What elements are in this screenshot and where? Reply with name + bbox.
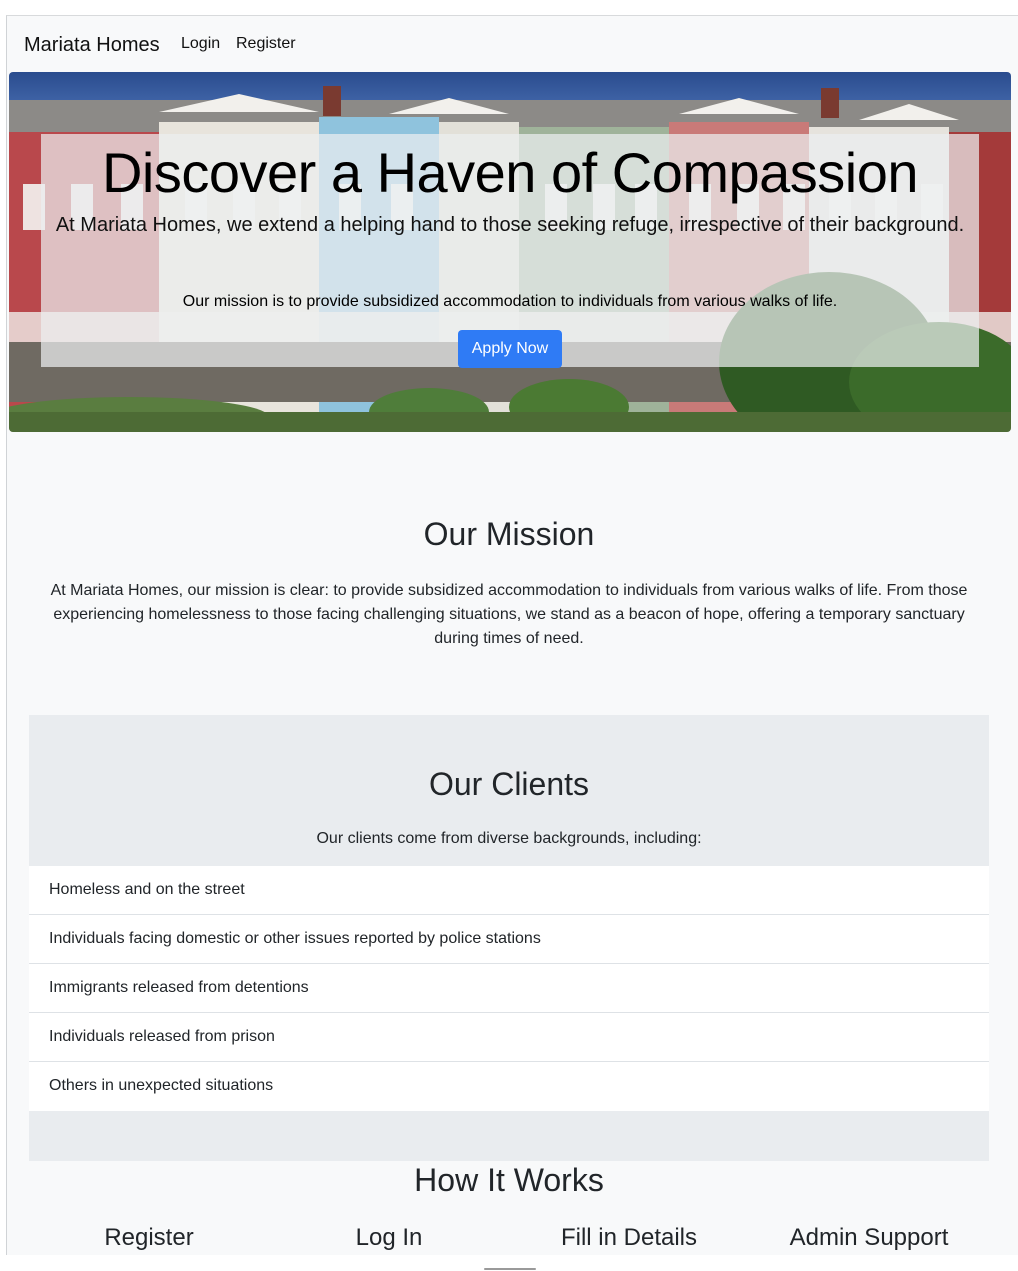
list-item: Others in unexpected situations — [29, 1062, 989, 1111]
nav-register-link[interactable]: Register — [236, 35, 296, 53]
nav-login-link[interactable]: Login — [181, 35, 220, 53]
scroll-indicator — [484, 1268, 536, 1270]
list-item: Individuals released from prison — [29, 1013, 989, 1062]
how-it-works-title: How It Works — [414, 1162, 604, 1198]
client-list: Homeless and on the street Individuals f… — [29, 866, 989, 1111]
list-item: Immigrants released from detentions — [29, 964, 989, 1013]
page-frame: Mariata Homes Login Register Discover a … — [6, 15, 1018, 1255]
clients-intro: Our clients come from diverse background… — [316, 830, 702, 847]
clients-section: Our Clients Our clients come from divers… — [29, 715, 989, 1161]
clients-title: Our Clients — [428, 766, 590, 802]
step-admin-support: Admin Support — [789, 1224, 949, 1251]
hero-subtext: Our mission is to provide subsidized acc… — [182, 293, 838, 310]
hero-title: Discover a Haven of Compassion — [101, 141, 919, 204]
mission-title: Our Mission — [423, 516, 595, 552]
brand-logo[interactable]: Mariata Homes — [24, 34, 160, 57]
step-register: Register — [104, 1224, 194, 1251]
hero-lead: At Mariata Homes, we extend a helping ha… — [55, 214, 965, 236]
hero-banner: Discover a Haven of Compassion At Mariat… — [9, 72, 1011, 432]
step-fill-in-details: Fill in Details — [560, 1224, 698, 1251]
navbar: Mariata Homes Login Register — [7, 16, 1018, 72]
mission-text: At Mariata Homes, our mission is clear: … — [50, 582, 968, 647]
list-item: Homeless and on the street — [29, 866, 989, 915]
list-item: Individuals facing domestic or other iss… — [29, 915, 989, 964]
step-log-in: Log In — [355, 1224, 423, 1251]
apply-now-button[interactable]: Apply Now — [458, 330, 562, 368]
